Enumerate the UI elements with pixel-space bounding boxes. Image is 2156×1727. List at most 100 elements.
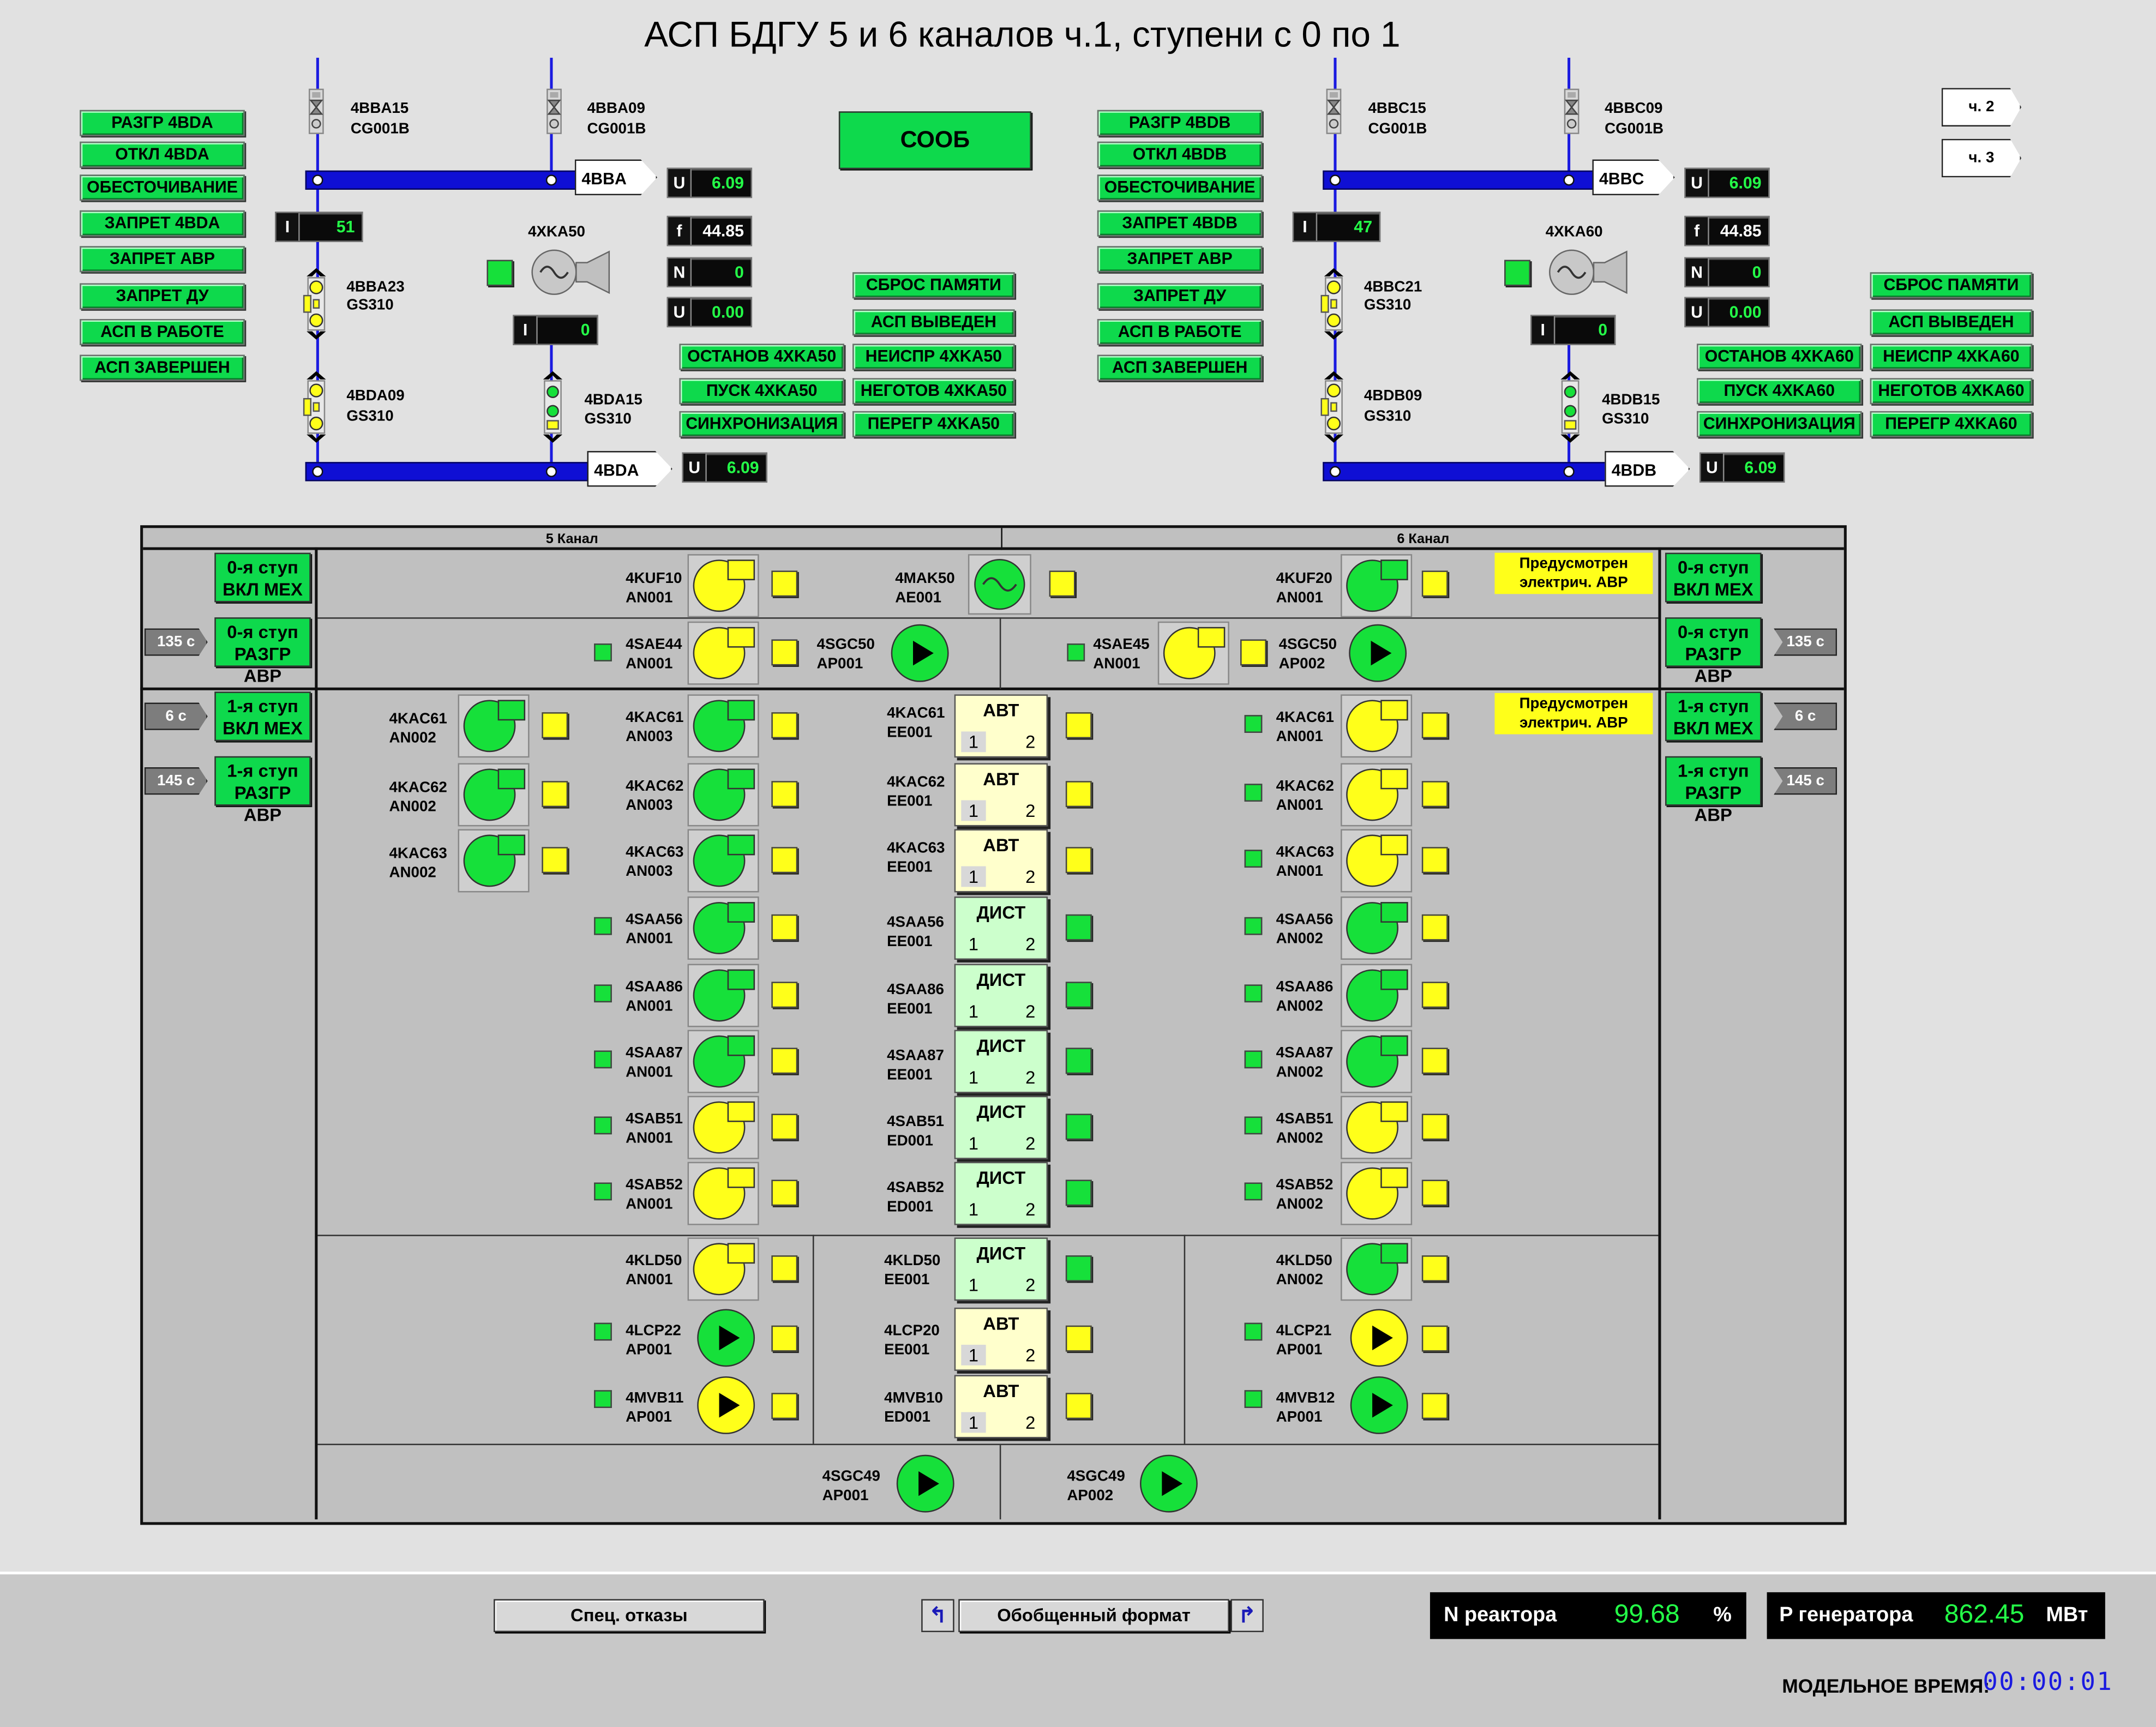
mode-option-2[interactable]: 2 — [1025, 1412, 1035, 1433]
row-right-pump-icon-0[interactable] — [1341, 694, 1413, 758]
mode-option-2[interactable]: 2 — [1025, 866, 1035, 887]
row-mode-switch-6[interactable]: ДИСТ 1 2 — [954, 1096, 1048, 1159]
row-mid-status-0[interactable] — [1065, 712, 1092, 739]
row-mode-switch-2[interactable]: АВТ 1 2 — [954, 829, 1048, 893]
stage-left-button-2[interactable]: 1-я ступ ВКЛ МЕХ — [214, 691, 311, 742]
right-cmd-button-6[interactable]: АСП В РАБОТЕ — [1097, 318, 1263, 345]
mode-option-1[interactable]: 1 — [961, 1274, 986, 1295]
lower-mid-status-2[interactable] — [1065, 1393, 1092, 1419]
left-cmd-button-6[interactable]: АСП В РАБОТЕ — [80, 318, 245, 345]
lower-right-status-1[interactable] — [1421, 1325, 1448, 1352]
row-mid-status-7[interactable] — [1065, 1180, 1092, 1206]
mode-option-1[interactable]: 1 — [961, 1345, 986, 1365]
lower-left-pump-icon-0[interactable] — [687, 1237, 759, 1301]
left-bus-bot-tag[interactable]: 4BDA — [587, 451, 672, 487]
general-format-button[interactable]: Обобщенный формат — [958, 1599, 1229, 1633]
row-mode-switch-5[interactable]: ДИСТ 1 2 — [954, 1030, 1048, 1093]
lower-mode-switch-1[interactable]: АВТ 1 2 — [954, 1307, 1048, 1371]
row-right-status-5[interactable] — [1421, 1048, 1448, 1074]
row-mode-switch-7[interactable]: ДИСТ 1 2 — [954, 1162, 1048, 1225]
row-left-pump-icon-2[interactable] — [687, 829, 759, 893]
stage-left-timer-2[interactable]: 6 с — [144, 702, 208, 730]
right-control-button-0[interactable]: ОСТАНОВ 4XKA60 — [1697, 344, 1862, 370]
right-cmd-button-1[interactable]: ОТКЛ 4BDB — [1097, 141, 1263, 168]
stage-right-button-3[interactable]: 1-я ступ РАЗГР АВР — [1665, 756, 1762, 825]
row-left-pump-icon-5[interactable] — [687, 1030, 759, 1093]
row-mode-switch-3[interactable]: ДИСТ 1 2 — [954, 896, 1048, 960]
right-generator-icon[interactable] — [1547, 245, 1632, 300]
kac-left-pump-icon-1[interactable] — [458, 763, 530, 827]
row-right-pump-icon-4[interactable] — [1341, 964, 1413, 1027]
kuf20-pump-icon[interactable] — [1341, 554, 1413, 618]
lower-left-play-icon-1[interactable] — [697, 1309, 755, 1367]
left-generator-icon[interactable] — [530, 245, 615, 300]
right-bus-bot-tag[interactable]: 4BDB — [1605, 451, 1690, 487]
mode-option-1[interactable]: 1 — [961, 866, 986, 887]
kac-left-status-2[interactable] — [542, 847, 568, 874]
right-status-button-2[interactable]: НЕИСПР 4XKA60 — [1870, 344, 2033, 370]
stage-right-button-0[interactable]: 0-я ступ ВКЛ МЕХ — [1665, 552, 1762, 603]
row-right-pump-icon-5[interactable] — [1341, 1030, 1413, 1093]
stage-right-timer-1[interactable]: 135 с — [1774, 628, 1837, 656]
back-arrow-icon[interactable]: ↰ — [921, 1599, 954, 1633]
kac-left-status-1[interactable] — [542, 781, 568, 808]
lower-mode-switch-0[interactable]: ДИСТ 1 2 — [954, 1237, 1048, 1301]
right-bus-top-tag[interactable]: 4BBC — [1592, 159, 1675, 196]
left-cmd-button-2[interactable]: ОБЕСТОЧИВАНИЕ — [80, 174, 245, 201]
mode-option-2[interactable]: 2 — [1025, 1067, 1035, 1088]
left-status-button-4[interactable]: ПЕРЕГР 4XKA50 — [852, 411, 1015, 437]
lower-mid-status-0[interactable] — [1065, 1255, 1092, 1282]
left-status-button-0[interactable]: СБРОС ПАМЯТИ — [852, 272, 1015, 299]
right-status-button-3[interactable]: НЕГОТОВ 4XKA60 — [1870, 378, 2033, 405]
left-b2-breaker-icon[interactable] — [303, 371, 330, 443]
left-status-button-1[interactable]: АСП ВЫВЕДЕН — [852, 309, 1015, 336]
row-left-pump-icon-7[interactable] — [687, 1162, 759, 1225]
right-b2-breaker-icon[interactable] — [1320, 371, 1347, 443]
forward-arrow-icon[interactable]: ↱ — [1230, 1599, 1264, 1633]
left-status-button-2[interactable]: НЕИСПР 4XKA50 — [852, 344, 1015, 370]
right-status-button-4[interactable]: ПЕРЕГР 4XKA60 — [1870, 411, 2033, 437]
row-right-pump-icon-1[interactable] — [1341, 763, 1413, 827]
kuf10-pump-icon[interactable] — [687, 554, 759, 618]
lower-left-status-0[interactable] — [771, 1255, 798, 1282]
stage-right-timer-2[interactable]: 6 с — [1774, 702, 1837, 730]
kac-left-pump-icon-2[interactable] — [458, 829, 530, 893]
row-mode-switch-1[interactable]: АВТ 1 2 — [954, 763, 1048, 827]
row-mode-switch-0[interactable]: АВТ 1 2 — [954, 694, 1048, 758]
mode-option-1[interactable]: 1 — [961, 1001, 986, 1022]
row-right-status-3[interactable] — [1421, 914, 1448, 941]
sgc49a-play-icon[interactable] — [896, 1454, 954, 1513]
mode-option-1[interactable]: 1 — [961, 1133, 986, 1154]
lower-left-status-2[interactable] — [771, 1393, 798, 1419]
lower-right-pump-icon-0[interactable] — [1341, 1237, 1413, 1301]
mode-option-1[interactable]: 1 — [961, 934, 986, 954]
row-left-status-5[interactable] — [771, 1048, 798, 1074]
row-right-status-2[interactable] — [1421, 847, 1448, 874]
row-mid-status-3[interactable] — [1065, 914, 1092, 941]
row-left-pump-icon-1[interactable] — [687, 763, 759, 827]
row-mode-switch-4[interactable]: ДИСТ 1 2 — [954, 964, 1048, 1027]
lower-right-status-2[interactable] — [1421, 1393, 1448, 1419]
left-cmd-button-7[interactable]: АСП ЗАВЕРШЕН — [80, 354, 245, 381]
row-right-pump-icon-2[interactable] — [1341, 829, 1413, 893]
mode-option-1[interactable]: 1 — [961, 731, 986, 753]
row-right-pump-icon-7[interactable] — [1341, 1162, 1413, 1225]
row-left-status-1[interactable] — [771, 781, 798, 808]
sgc49b-play-icon[interactable] — [1139, 1454, 1198, 1513]
mode-option-2[interactable]: 2 — [1025, 801, 1035, 821]
sae44-status[interactable] — [771, 639, 798, 666]
sae45-status[interactable] — [1240, 639, 1266, 666]
row-mid-status-1[interactable] — [1065, 781, 1092, 808]
mode-option-2[interactable]: 2 — [1025, 1274, 1035, 1295]
lower-mode-switch-2[interactable]: АВТ 1 2 — [954, 1375, 1048, 1439]
row-left-status-3[interactable] — [771, 914, 798, 941]
left-b3-breaker-icon[interactable] — [539, 371, 566, 443]
sgc50b-play-icon[interactable] — [1349, 624, 1407, 682]
right-status-button-1[interactable]: АСП ВЫВЕДЕН — [1870, 309, 2033, 336]
left-status-button-3[interactable]: НЕГОТОВ 4XKA50 — [852, 378, 1015, 405]
right-v1-valve-icon[interactable] — [1324, 87, 1343, 136]
right-cmd-button-0[interactable]: РАЗГР 4BDB — [1097, 110, 1263, 136]
row-left-pump-icon-6[interactable] — [687, 1096, 759, 1159]
stage-right-button-2[interactable]: 1-я ступ ВКЛ МЕХ — [1665, 691, 1762, 742]
mode-option-2[interactable]: 2 — [1025, 1199, 1035, 1220]
